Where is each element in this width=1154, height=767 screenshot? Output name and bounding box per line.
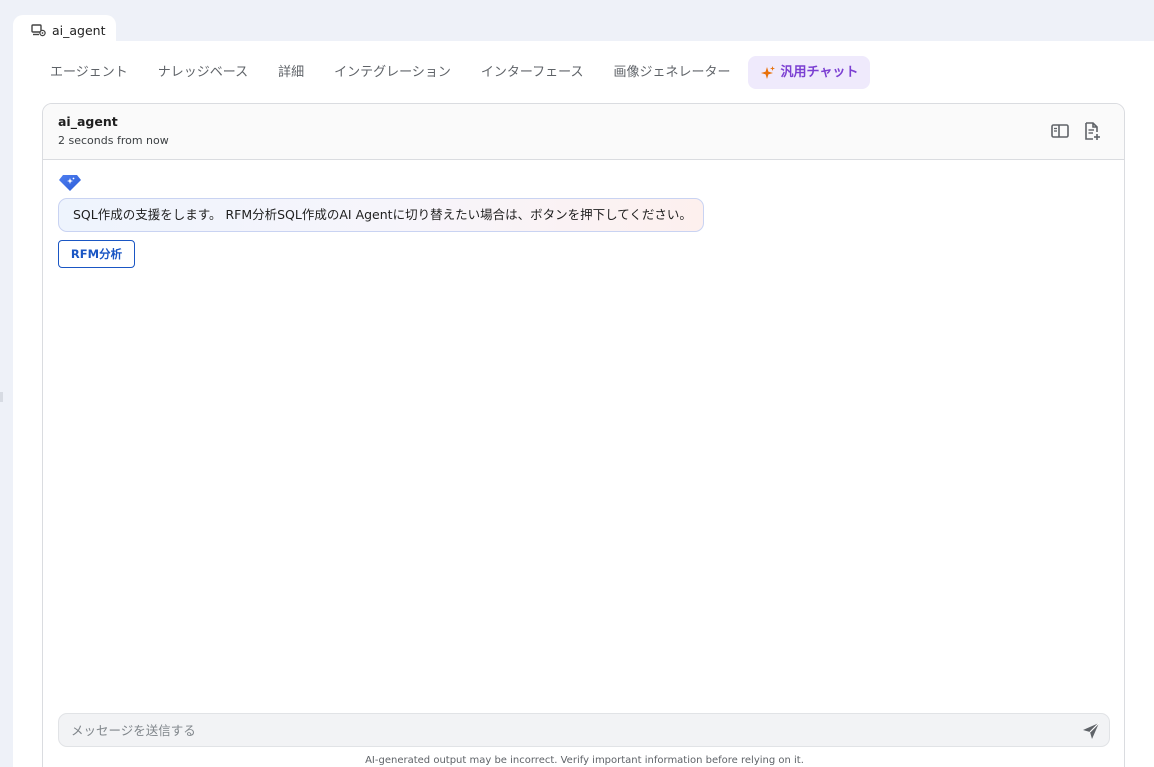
rfm-analysis-button[interactable]: RFM分析 [58,240,135,268]
message-composer [58,713,1110,747]
tab-knowledge-base[interactable]: ナレッジベース [146,56,260,89]
main-panel: エージェント ナレッジベース 詳細 インテグレーション インターフェース 画像ジ… [13,41,1154,767]
message-input[interactable] [59,714,1059,746]
agent-tab-icon [31,23,46,36]
tab-general-chat[interactable]: 汎用チャット [748,56,871,89]
agent-message-bubble: SQL作成の支援をします。 RFM分析SQL作成のAI Agentに切り替えたい… [58,198,704,232]
header-actions [1050,121,1102,141]
sparkle-icon [761,65,776,79]
send-icon[interactable] [1082,722,1100,740]
tab-integration[interactable]: インテグレーション [322,56,463,89]
app-root: ai_agent エージェント ナレッジベース 詳細 インテグレーション インタ… [0,0,1154,767]
chat-timestamp: 2 seconds from now [58,134,169,147]
nav-tabs: エージェント ナレッジベース 詳細 インテグレーション インターフェース 画像ジ… [38,56,876,89]
gem-icon [59,175,81,191]
tab-details[interactable]: 詳細 [266,56,316,89]
ai-disclaimer: AI-generated output may be incorrect. Ve… [365,755,804,766]
panel-toggle-icon[interactable] [1050,121,1070,141]
tab-image-generator[interactable]: 画像ジェネレーター [601,56,742,89]
chat-card: ai_agent 2 seconds from now SQL作成の支援をします… [42,103,1125,767]
tab-agent[interactable]: エージェント [38,56,140,89]
tab-interface[interactable]: インターフェース [469,56,596,89]
tab-general-chat-label: 汎用チャット [780,65,859,80]
chat-header: ai_agent 2 seconds from now [43,104,1124,160]
left-edge-handle[interactable] [0,392,3,402]
agent-name: ai_agent [58,114,118,129]
window-tab-label: ai_agent [52,22,106,38]
add-document-icon[interactable] [1082,121,1102,141]
